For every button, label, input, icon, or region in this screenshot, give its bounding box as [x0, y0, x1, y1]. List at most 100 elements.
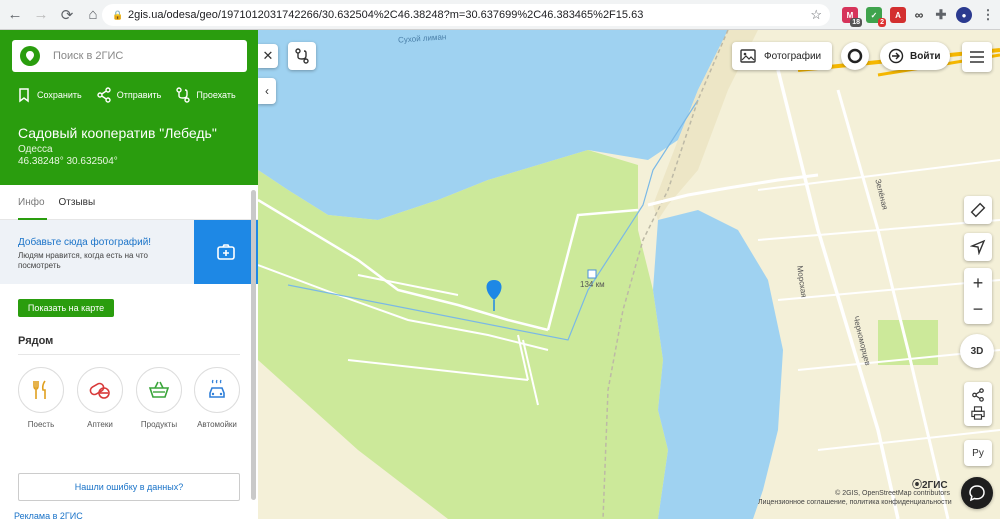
- place-tabs: Инфо Отзывы: [0, 185, 258, 220]
- add-photo-banner: Добавьте сюда фотографий! Людям нравится…: [0, 220, 258, 284]
- station-icon: [587, 269, 597, 279]
- extension-badge: 18: [850, 18, 862, 27]
- 2gis-logo-icon: [20, 46, 40, 66]
- extension-icon-1[interactable]: M 18: [842, 7, 862, 27]
- menu-button[interactable]: [962, 42, 992, 72]
- car-wash-icon: [194, 367, 240, 413]
- forward-icon[interactable]: →: [30, 4, 52, 26]
- photo-icon: [740, 49, 756, 63]
- menu-dots-icon[interactable]: ⋮: [980, 7, 996, 23]
- extension-badge: 2: [878, 18, 886, 27]
- nearby-pharmacy[interactable]: Аптеки: [76, 367, 124, 429]
- tab-info[interactable]: Инфо: [18, 185, 46, 220]
- route-icon: [176, 87, 191, 103]
- my-location-button[interactable]: [964, 233, 992, 261]
- map-canvas[interactable]: Сухой лиман 134 км Морская Черноморцев З…: [258, 30, 1000, 519]
- chat-bubble-icon: [969, 485, 985, 502]
- chat-button[interactable]: [961, 477, 993, 509]
- bookmark-icon: [19, 88, 29, 103]
- login-icon: [888, 48, 904, 64]
- zoom-out-button[interactable]: −: [973, 296, 984, 322]
- route-button[interactable]: Проехать: [175, 87, 236, 103]
- license-link[interactable]: Лицензионное соглашение, политика конфид…: [758, 499, 952, 506]
- share-icon: [97, 87, 111, 103]
- route-map-button[interactable]: [288, 42, 316, 70]
- bookmark-star-icon[interactable]: ☆: [810, 7, 822, 23]
- nearby-groceries[interactable]: Продукты: [135, 367, 183, 429]
- chevron-left-icon: ‹: [265, 84, 269, 98]
- login-label: Войти: [910, 50, 941, 62]
- place-header: Поиск в 2ГИС Сохранить Отправить Проехат…: [0, 30, 258, 185]
- zoom-control: + −: [964, 268, 992, 324]
- tab-reviews[interactable]: Отзывы: [59, 197, 96, 208]
- lock-icon: 🔒: [112, 10, 124, 20]
- nearby-title: Рядом: [18, 335, 54, 347]
- extension-icon-3[interactable]: A: [890, 7, 906, 23]
- back-icon[interactable]: ←: [4, 4, 26, 26]
- print-icon[interactable]: [971, 406, 985, 420]
- language-button[interactable]: Ру: [964, 440, 992, 466]
- add-photo-link[interactable]: Добавьте сюда фотографий!: [18, 237, 151, 248]
- share-button[interactable]: Отправить: [96, 87, 162, 103]
- nearby-pharmacy-label: Аптеки: [87, 420, 113, 429]
- reload-icon[interactable]: ⟳: [56, 4, 78, 26]
- share-label: Отправить: [116, 90, 162, 100]
- route-label: Проехать: [196, 90, 236, 100]
- extension-icon-2[interactable]: ✓ 2: [866, 7, 886, 27]
- map-base: [258, 30, 1000, 519]
- panel-scrollbar[interactable]: [251, 190, 256, 500]
- show-on-map-button[interactable]: Показать на карте: [18, 299, 114, 317]
- copyright-text: © 2GIS, OpenStreetMap contributors: [835, 490, 950, 497]
- 3d-toggle-button[interactable]: 3D: [960, 334, 994, 368]
- search-input[interactable]: Поиск в 2ГИС: [12, 40, 247, 72]
- close-panel-button[interactable]: ✕: [258, 44, 278, 68]
- 2gis-brand: ⦿2ГИС: [912, 476, 948, 491]
- layers-button[interactable]: [841, 42, 869, 70]
- ruler-button[interactable]: [964, 196, 992, 224]
- zoom-in-button[interactable]: +: [973, 270, 984, 296]
- 3d-label: 3D: [970, 345, 984, 357]
- cutlery-icon: [18, 367, 64, 413]
- login-button[interactable]: Войти: [880, 42, 950, 70]
- basket-icon: [136, 367, 182, 413]
- browser-toolbar: ← → ⟳ ⌂ 🔒 2gis.ua/odesa/geo/197101203174…: [0, 0, 1000, 30]
- location-arrow-icon: [970, 239, 986, 255]
- photos-label: Фотографии: [764, 50, 822, 62]
- home-icon[interactable]: ⌂: [82, 4, 104, 26]
- share-print-group: [964, 382, 992, 426]
- nearby-carwash-label: Автомойки: [197, 420, 237, 429]
- route-icon: [295, 48, 309, 64]
- pills-icon: [77, 367, 123, 413]
- nearby-food[interactable]: Поесть: [17, 367, 65, 429]
- share-icon[interactable]: [971, 388, 985, 402]
- place-panel: Поиск в 2ГИС Сохранить Отправить Проехат…: [0, 30, 258, 519]
- address-bar[interactable]: 🔒 2gis.ua/odesa/geo/1971012031742266/30.…: [102, 4, 830, 26]
- ad-link[interactable]: Реклама в 2ГИС: [14, 511, 83, 519]
- nearby-food-label: Поесть: [27, 420, 55, 429]
- collapse-panel-button[interactable]: ‹: [258, 78, 276, 104]
- glasses-icon[interactable]: ∞: [911, 7, 927, 23]
- place-coordinates: 46.38248° 30.632504°: [18, 156, 118, 167]
- language-label: Ру: [972, 447, 984, 459]
- profile-avatar[interactable]: ●: [956, 7, 972, 23]
- ruler-icon: [970, 202, 986, 218]
- place-title: Садовый кооператив "Лебедь": [18, 125, 217, 141]
- photos-button[interactable]: Фотографии: [732, 42, 832, 70]
- divider: [18, 354, 240, 355]
- distance-label: 134 км: [580, 280, 605, 289]
- add-photo-text: Людям нравится, когда есть на что посмот…: [18, 251, 148, 270]
- save-button[interactable]: Сохранить: [16, 87, 82, 103]
- report-error-button[interactable]: Нашли ошибку в данных?: [18, 473, 240, 501]
- add-photo-button[interactable]: [194, 220, 258, 284]
- camera-plus-icon: [217, 244, 235, 260]
- url-text: 2gis.ua/odesa/geo/1971012031742266/30.63…: [128, 9, 644, 21]
- close-icon: ✕: [262, 48, 274, 63]
- search-placeholder: Поиск в 2ГИС: [53, 50, 124, 62]
- place-actions: Сохранить Отправить Проехать: [16, 87, 236, 103]
- save-label: Сохранить: [37, 90, 82, 100]
- place-city: Одесса: [18, 144, 53, 155]
- puzzle-icon[interactable]: ✚: [933, 7, 949, 23]
- nearby-carwash[interactable]: Автомойки: [193, 367, 241, 429]
- hamburger-icon: [970, 51, 984, 63]
- nearby-groceries-label: Продукты: [140, 420, 178, 429]
